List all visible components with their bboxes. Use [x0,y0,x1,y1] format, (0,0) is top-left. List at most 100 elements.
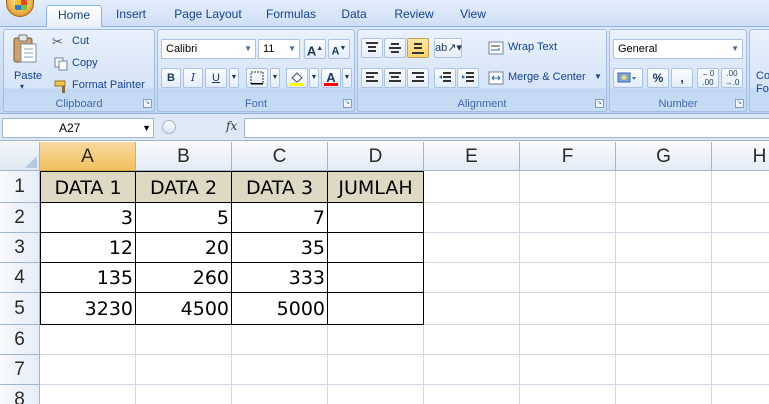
borders-button[interactable] [246,68,268,88]
increase-decimal-button[interactable]: ←0.00 [697,68,719,88]
wrap-text-button[interactable]: Wrap Text [486,39,576,57]
column-header-b[interactable]: B [136,142,232,171]
tab-home[interactable]: Home [46,5,102,28]
row-header-1[interactable]: 1 [0,171,40,203]
fill-color-dropdown-icon[interactable]: ▼ [309,68,319,88]
empty-cell[interactable] [712,325,769,355]
copy-button[interactable]: Copy [52,55,107,73]
align-right-button[interactable] [407,68,429,88]
orientation-button[interactable]: ab↗▾ [434,38,462,58]
number-format-combo[interactable]: General ▼ [613,39,743,59]
table-header-cell[interactable]: JUMLAH [328,171,424,203]
alignment-dialog-launcher-icon[interactable]: ↘ [595,99,604,108]
increase-indent-button[interactable] [457,68,479,88]
table-cell[interactable]: 260 [136,263,232,293]
comma-style-button[interactable]: , [671,68,693,88]
table-cell[interactable]: 5000 [232,293,328,325]
decrease-indent-button[interactable] [434,68,456,88]
font-dialog-launcher-icon[interactable]: ↘ [343,99,352,108]
column-header-c[interactable]: C [232,142,328,171]
empty-cell[interactable] [616,233,712,263]
underline-dropdown-icon[interactable]: ▼ [229,68,239,88]
empty-cell[interactable] [424,171,520,203]
empty-cell[interactable] [424,355,520,385]
column-header-e[interactable]: E [424,142,520,171]
font-color-button[interactable]: A [321,68,341,88]
empty-cell[interactable] [328,325,424,355]
empty-cell[interactable] [40,355,136,385]
empty-cell[interactable] [616,385,712,404]
paste-button[interactable]: Paste ▾ [6,32,42,92]
empty-cell[interactable] [712,263,769,293]
row-header-7[interactable]: 7 [0,355,40,385]
font-size-combo[interactable]: 11 ▼ [258,39,300,59]
borders-dropdown-icon[interactable]: ▼ [270,68,280,88]
row-header-3[interactable]: 3 [0,233,40,263]
column-header-g[interactable]: G [616,142,712,171]
table-cell[interactable]: 5 [136,203,232,233]
table-header-cell[interactable]: DATA 2 [136,171,232,203]
table-cell[interactable] [328,203,424,233]
tab-insert[interactable]: Insert [107,5,155,27]
font-color-dropdown-icon[interactable]: ▼ [342,68,352,88]
empty-cell[interactable] [328,385,424,404]
empty-cell[interactable] [520,233,616,263]
conditional-formatting-label[interactable]: Co [756,70,769,82]
table-cell[interactable]: 3230 [40,293,136,325]
number-dialog-launcher-icon[interactable]: ↘ [735,99,744,108]
name-box[interactable]: A27 ▼ [2,118,154,138]
table-header-cell[interactable]: DATA 1 [40,171,136,203]
empty-cell[interactable] [136,325,232,355]
empty-cell[interactable] [40,325,136,355]
empty-cell[interactable] [712,203,769,233]
tab-page-layout[interactable]: Page Layout [168,5,248,27]
empty-cell[interactable] [616,325,712,355]
table-cell[interactable]: 12 [40,233,136,263]
column-header-f[interactable]: F [520,142,616,171]
middle-align-button[interactable] [384,38,406,58]
percent-style-button[interactable]: % [647,68,669,88]
table-cell[interactable]: 4500 [136,293,232,325]
clipboard-dialog-launcher-icon[interactable]: ↘ [143,99,152,108]
table-cell[interactable]: 20 [136,233,232,263]
empty-cell[interactable] [520,385,616,404]
empty-cell[interactable] [712,355,769,385]
empty-cell[interactable] [328,355,424,385]
tab-data[interactable]: Data [334,5,374,27]
table-cell[interactable]: 35 [232,233,328,263]
empty-cell[interactable] [616,263,712,293]
align-left-button[interactable] [361,68,383,88]
decrease-decimal-button[interactable]: .00 →.0 [721,68,743,88]
empty-cell[interactable] [712,293,769,325]
empty-cell[interactable] [520,325,616,355]
empty-cell[interactable] [424,325,520,355]
insert-function-button[interactable]: fx [226,119,237,133]
empty-cell[interactable] [424,203,520,233]
empty-cell[interactable] [616,203,712,233]
empty-cell[interactable] [712,233,769,263]
align-center-button[interactable] [384,68,406,88]
empty-cell[interactable] [712,171,769,203]
row-header-8[interactable]: 8 [0,385,40,404]
empty-cell[interactable] [40,385,136,404]
row-header-4[interactable]: 4 [0,263,40,293]
empty-cell[interactable] [616,171,712,203]
cut-button[interactable]: ✂ Cut [52,33,102,51]
table-header-cell[interactable]: DATA 3 [232,171,328,203]
shrink-font-button[interactable]: A▼ [328,39,350,59]
table-cell[interactable]: 3 [40,203,136,233]
table-cell[interactable] [328,263,424,293]
tab-formulas[interactable]: Formulas [259,5,323,27]
empty-cell[interactable] [232,385,328,404]
underline-button[interactable]: U [205,68,227,88]
table-cell[interactable]: 333 [232,263,328,293]
merge-center-button[interactable]: Merge & Center ▼ [486,69,604,87]
empty-cell[interactable] [424,233,520,263]
select-all-button[interactable] [0,142,40,171]
row-header-5[interactable]: 5 [0,293,40,325]
table-cell[interactable]: 135 [40,263,136,293]
empty-cell[interactable] [520,293,616,325]
empty-cell[interactable] [424,263,520,293]
empty-cell[interactable] [712,385,769,404]
empty-cell[interactable] [424,385,520,404]
